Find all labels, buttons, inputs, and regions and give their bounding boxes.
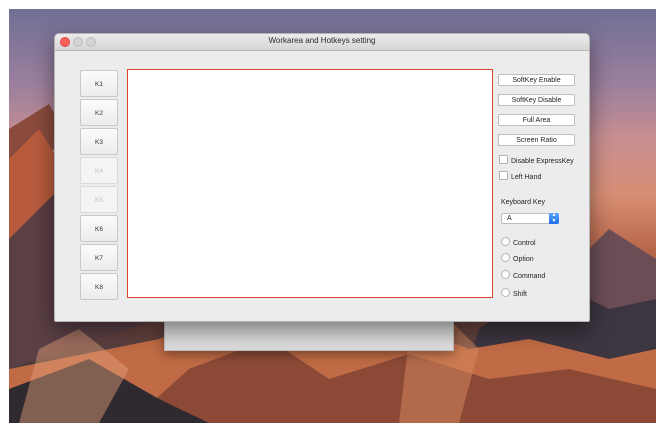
left-hand-label: Left Hand — [511, 174, 542, 181]
checkbox-box[interactable] — [499, 171, 508, 180]
radio-circle[interactable] — [501, 270, 510, 279]
softkey-disable-button[interactable]: SoftKey Disable — [498, 94, 575, 106]
control-modifier[interactable]: Control — [501, 237, 536, 248]
option-modifier[interactable]: Option — [501, 253, 534, 264]
radio-circle[interactable] — [501, 237, 510, 246]
select-stepper-icon[interactable]: ▲ ▼ — [549, 212, 559, 224]
background-window — [164, 318, 454, 351]
radio-circle[interactable] — [501, 253, 510, 262]
screen-ratio-button[interactable]: Screen Ratio — [498, 134, 575, 146]
workarea-canvas[interactable] — [127, 69, 493, 298]
command-label: Command — [513, 273, 546, 280]
option-label: Option — [513, 256, 534, 263]
shift-label: Shift — [513, 291, 528, 298]
keyboard-key-select[interactable]: A ▲ ▼ — [501, 212, 559, 224]
checkbox-box[interactable] — [499, 155, 508, 164]
hotkey-button-k6[interactable]: K6 — [80, 215, 118, 242]
disable-expresskey-label: Disable ExpressKey — [511, 158, 574, 165]
disable-expresskey-checkbox[interactable]: Disable ExpressKey — [499, 155, 574, 166]
hotkey-button-k1[interactable]: K1 — [80, 70, 118, 97]
full-area-button[interactable]: Full Area — [498, 114, 575, 126]
window-title: Workarea and Hotkeys setting — [268, 36, 376, 45]
left-hand-checkbox[interactable]: Left Hand — [499, 171, 541, 182]
softkey-enable-button[interactable]: SoftKey Enable — [498, 74, 575, 86]
hotkey-button-k2[interactable]: K2 — [80, 99, 118, 126]
radio-circle[interactable] — [501, 288, 510, 297]
hotkey-button-k7[interactable]: K7 — [80, 244, 118, 271]
hotkey-button-k5: K5 — [80, 186, 118, 213]
command-modifier[interactable]: Command — [501, 270, 545, 281]
hotkey-button-k4: K4 — [80, 157, 118, 184]
settings-window: Workarea and Hotkeys setting K1 K2 K3 K4… — [54, 33, 590, 322]
hotkey-button-k8[interactable]: K8 — [80, 273, 118, 300]
hotkey-button-k3[interactable]: K3 — [80, 128, 118, 155]
keyboard-key-label: Keyboard Key — [501, 199, 545, 206]
keyboard-key-value: A — [507, 215, 512, 222]
window-titlebar[interactable]: Workarea and Hotkeys setting — [55, 34, 589, 51]
shift-modifier[interactable]: Shift — [501, 288, 527, 299]
control-label: Control — [513, 240, 536, 247]
